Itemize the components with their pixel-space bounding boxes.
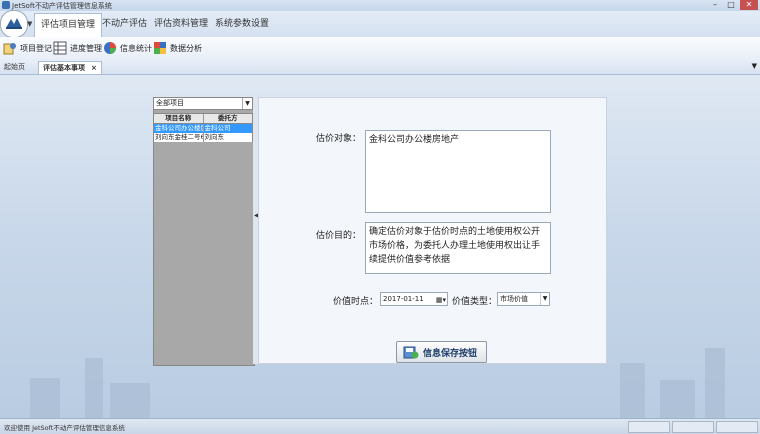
project-register-button[interactable]: 项目登记 xyxy=(3,41,52,55)
progress-icon xyxy=(53,41,67,55)
status-text: 欢迎使用 JetSoft不动产评估管理信息系统 xyxy=(4,424,125,432)
minimize-icon[interactable]: – xyxy=(708,0,722,10)
status-segment xyxy=(628,421,670,433)
document-tab-bar: 起始页 评估基本事项 × ▼ xyxy=(0,60,760,75)
cell-client: 金科公司 xyxy=(204,124,231,132)
save-icon xyxy=(403,346,419,359)
app-logo-icon[interactable] xyxy=(0,10,28,38)
status-bar: 欢迎使用 JetSoft不动产评估管理信息系统 xyxy=(0,418,760,434)
column-header-project-name[interactable]: 项目名称 xyxy=(154,114,204,123)
project-filter-select[interactable]: 全部项目 ▼ xyxy=(153,97,253,110)
status-segment xyxy=(716,421,758,433)
purpose-textarea[interactable]: 确定估价对象于估价时点的土地使用权公开市场价格，为委托人办理土地使用权出让手续提… xyxy=(365,222,551,274)
info-statistics-button[interactable]: 信息统计 xyxy=(103,41,152,55)
close-tab-icon[interactable]: × xyxy=(91,64,97,72)
data-analysis-button[interactable]: 数据分析 xyxy=(153,41,202,55)
cell-project-name: 金科公司办公楼房地产 xyxy=(154,124,204,133)
statistics-icon xyxy=(103,41,117,55)
grid-header: 项目名称 委托方 xyxy=(153,113,253,124)
project-grid: 项目名称 委托方 金科公司办公楼房地产 金科公司 刘向东金桂二号6楼 刘向东 xyxy=(153,113,253,142)
object-textarea[interactable]: 金科公司办公楼房地产 xyxy=(365,130,551,213)
purpose-label: 估价目的： xyxy=(316,231,362,241)
cell-client: 刘向东 xyxy=(204,133,225,141)
value-type-label: 价值类型： xyxy=(452,297,498,307)
chevron-down-icon[interactable]: ▼ xyxy=(242,98,252,109)
column-header-client[interactable]: 委托方 xyxy=(204,114,253,123)
progress-management-button[interactable]: 进度管理 xyxy=(53,41,102,55)
tab-system-settings[interactable]: 系统参数设置 xyxy=(209,13,275,35)
tab-project-management[interactable]: 评估项目管理 xyxy=(34,13,103,37)
ribbon-toolbar: 项目登记 进度管理 信息统计 数据分析 xyxy=(0,37,760,61)
value-type-select[interactable]: 市场价值 ▼ xyxy=(497,292,550,306)
tab-realestate-valuation[interactable]: 不动产评估 xyxy=(96,13,153,35)
tab-valuation-basics[interactable]: 评估基本事项 × xyxy=(38,61,102,74)
window-title: JetSoft不动产评估管理信息系统 xyxy=(12,2,112,10)
valuation-date-picker[interactable]: 2017-01-11 ▦▾ xyxy=(380,292,448,306)
app-icon xyxy=(2,1,10,9)
calendar-icon[interactable]: ▦▾ xyxy=(436,294,446,306)
table-row[interactable]: 金科公司办公楼房地产 金科公司 xyxy=(153,124,253,133)
cell-project-name: 刘向东金桂二号6楼 xyxy=(154,133,204,142)
tab-start-page[interactable]: 起始页 xyxy=(0,61,29,73)
tab-valuation-data[interactable]: 评估资料管理 xyxy=(148,13,214,35)
analysis-icon xyxy=(153,41,167,55)
chevron-down-icon[interactable]: ▼ xyxy=(540,293,549,305)
app-menu-chevron-down-icon[interactable]: ▼ xyxy=(27,20,32,28)
project-register-icon xyxy=(3,41,17,55)
close-icon[interactable]: ✕ xyxy=(740,0,758,10)
object-label: 估价对象： xyxy=(316,134,362,144)
table-row[interactable]: 刘向东金桂二号6楼 刘向东 xyxy=(153,133,253,142)
save-info-button[interactable]: 信息保存按钮 xyxy=(396,341,487,363)
status-segment xyxy=(672,421,714,433)
date-label: 价值时点： xyxy=(333,297,379,307)
tab-list-chevron-down-icon[interactable]: ▼ xyxy=(752,62,757,70)
maximize-icon[interactable]: □ xyxy=(724,0,738,10)
